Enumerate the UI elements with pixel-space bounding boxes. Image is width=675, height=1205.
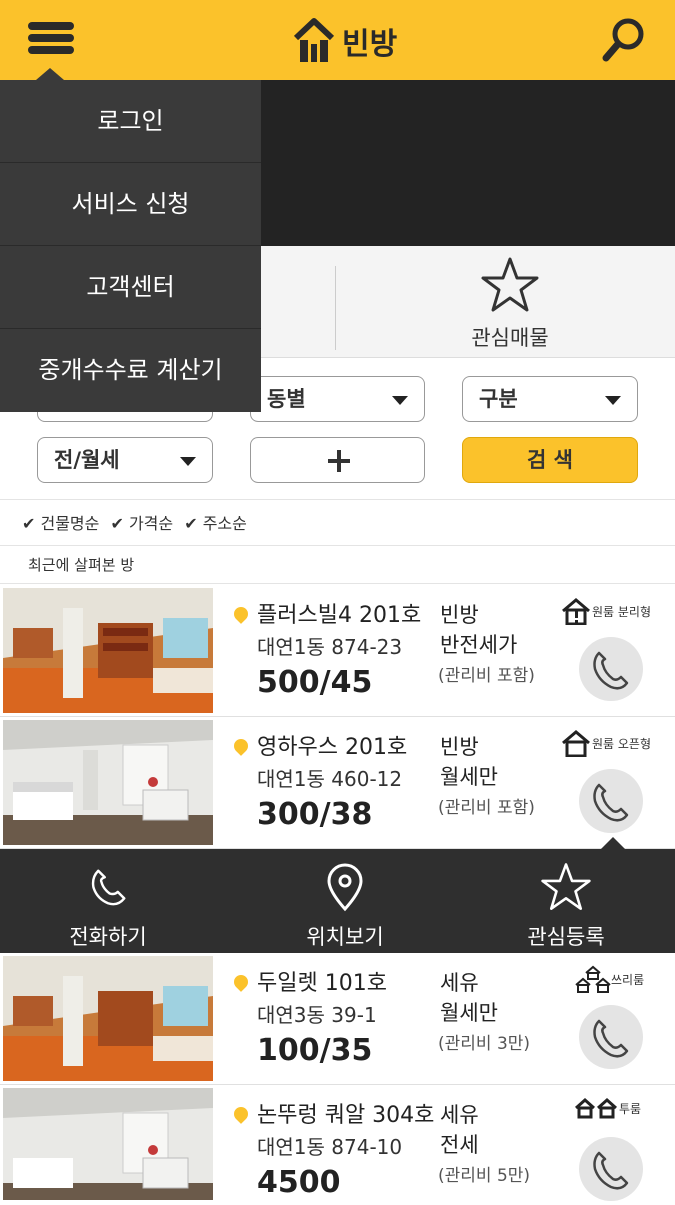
favorite-action[interactable]: 관심등록 <box>486 861 646 951</box>
menu-item-customer-center[interactable]: 고객센터 <box>0 246 261 329</box>
listing-contract: 월세만 <box>440 765 498 789</box>
listing-fee: (관리비 5만) <box>438 1166 531 1186</box>
listing-price: 100/35 <box>257 1033 373 1068</box>
listing-status: 빈방 <box>440 603 479 627</box>
listing-price: 4500 <box>257 1165 341 1200</box>
call-button[interactable] <box>579 1005 643 1069</box>
call-action[interactable]: 전화하기 <box>28 861 188 951</box>
listing-price: 500/45 <box>257 665 373 700</box>
list-item[interactable]: 두일렛 101호 대연3동 39-1 100/35 세유 월세만 (관리비 3만… <box>0 953 675 1085</box>
listing-contract: 반전세가 <box>440 633 518 657</box>
room-type-label: 원룸 오픈형 <box>592 736 652 751</box>
listing-name: 논뚜렁 쿼알 304호 <box>257 1103 435 1128</box>
recent-heading: 최근에 살펴본 방 <box>0 546 675 584</box>
room-type: 원룸 오픈형 <box>560 729 651 757</box>
room-type-label: 투룸 <box>619 1101 642 1116</box>
listing-name: 두일렛 101호 <box>257 971 387 996</box>
room-thumbnail <box>3 956 213 1081</box>
room-thumbnail <box>3 720 213 845</box>
location-pin-icon <box>231 972 251 992</box>
search-button[interactable]: 검 색 <box>462 437 638 483</box>
listing-status: 세유 <box>440 971 479 995</box>
menu-item-fee-calculator[interactable]: 중개수수료 계산기 <box>0 329 261 412</box>
location-pin-icon <box>231 604 251 624</box>
call-button[interactable] <box>579 637 643 701</box>
call-button[interactable] <box>579 769 643 833</box>
star-icon <box>541 863 591 910</box>
menu-item-service-request[interactable]: 서비스 신청 <box>0 163 261 246</box>
call-button[interactable] <box>579 1137 643 1201</box>
location-pin-icon <box>231 736 251 756</box>
listing-fee: (관리비 포함) <box>438 798 535 818</box>
listing-contract: 전세 <box>440 1133 479 1157</box>
sort-price[interactable]: ✔ 가격순 <box>110 514 173 533</box>
hamburger-icon[interactable] <box>28 22 74 54</box>
listing-address: 대연1동 874-23 <box>257 635 403 659</box>
listing-address: 대연1동 460-12 <box>257 767 403 791</box>
listing-action-bar: 전화하기 위치보기 관심등록 <box>0 837 675 953</box>
listing-name: 플러스빌4 201호 <box>257 603 422 628</box>
house-split-icon <box>562 598 590 625</box>
listing-name: 영하우스 201호 <box>257 735 408 760</box>
sort-bar: ✔ 건물명순 ✔ 가격순 ✔ 주소순 <box>0 501 675 546</box>
dong-select[interactable]: 동별 <box>250 376 425 422</box>
listing-address: 대연3동 39-1 <box>257 1003 377 1027</box>
logo: 빈방 <box>292 12 397 70</box>
phone-icon <box>593 1019 629 1058</box>
phone-icon <box>91 869 126 906</box>
dong-select-label: 동별 <box>267 387 306 411</box>
chevron-down-icon <box>180 457 196 466</box>
location-action-label: 위치보기 <box>306 925 384 949</box>
house-logo-icon <box>293 18 335 62</box>
location-pin-icon <box>231 1104 251 1124</box>
room-thumbnail <box>3 588 213 713</box>
listing-price: 300/38 <box>257 797 373 832</box>
listing-address: 대연1동 874-10 <box>257 1135 403 1159</box>
room-type: 원룸 분리형 <box>560 597 651 625</box>
call-action-label: 전화하기 <box>69 925 147 949</box>
listing-status: 빈방 <box>440 735 479 759</box>
lease-select[interactable]: 전/월세 <box>37 437 213 483</box>
listing-fee: (관리비 3만) <box>438 1034 531 1054</box>
phone-icon <box>593 651 629 690</box>
room-type-label: 원룸 분리형 <box>592 604 652 619</box>
tab-divider <box>335 266 336 350</box>
map-pin-icon <box>327 863 363 912</box>
location-action[interactable]: 위치보기 <box>265 861 425 951</box>
sort-building-name[interactable]: ✔ 건물명순 <box>22 514 99 533</box>
listing-fee: (관리비 포함) <box>438 666 535 686</box>
tab-favorites[interactable]: 관심매물 <box>440 256 580 356</box>
side-menu: 로그인 서비스 신청 고객센터 중개수수료 계산기 <box>0 68 261 412</box>
chevron-down-icon <box>605 396 621 405</box>
category-select-label: 구분 <box>479 387 518 411</box>
room-type: 쓰리룸 <box>575 965 644 993</box>
listing-status: 세유 <box>440 1103 479 1127</box>
search-icon[interactable] <box>600 14 650 64</box>
chevron-down-icon <box>392 396 408 405</box>
phone-icon <box>593 1151 629 1190</box>
action-bar-pointer <box>601 837 625 849</box>
menu-pointer <box>36 68 64 80</box>
three-house-icon <box>575 965 611 993</box>
room-type: 투룸 <box>575 1097 641 1119</box>
room-thumbnail <box>3 1088 213 1200</box>
list-item[interactable]: 논뚜렁 쿼알 304호 대연1동 874-10 4500 세유 전세 (관리비 … <box>0 1085 675 1201</box>
menu-item-login[interactable]: 로그인 <box>0 80 261 163</box>
add-filter-button[interactable] <box>250 437 425 483</box>
top-bar: 빈방 <box>0 0 675 80</box>
sort-address[interactable]: ✔ 주소순 <box>184 514 247 533</box>
tab-favorites-label: 관심매물 <box>471 326 549 350</box>
logo-text: 빈방 <box>342 27 398 62</box>
listing-contract: 월세만 <box>440 1001 498 1025</box>
star-icon <box>481 257 539 312</box>
list-item[interactable]: 플러스빌4 201호 대연1동 874-23 500/45 빈방 반전세가 (관… <box>0 585 675 717</box>
favorite-action-label: 관심등록 <box>527 925 605 949</box>
category-select[interactable]: 구분 <box>462 376 638 422</box>
list-item[interactable]: 영하우스 201호 대연1동 460-12 300/38 빈방 월세만 (관리비… <box>0 717 675 849</box>
lease-select-label: 전/월세 <box>54 448 120 472</box>
phone-icon <box>593 783 629 822</box>
room-type-label: 쓰리룸 <box>611 972 645 987</box>
two-house-icon <box>575 1097 617 1119</box>
house-open-icon <box>562 730 590 757</box>
